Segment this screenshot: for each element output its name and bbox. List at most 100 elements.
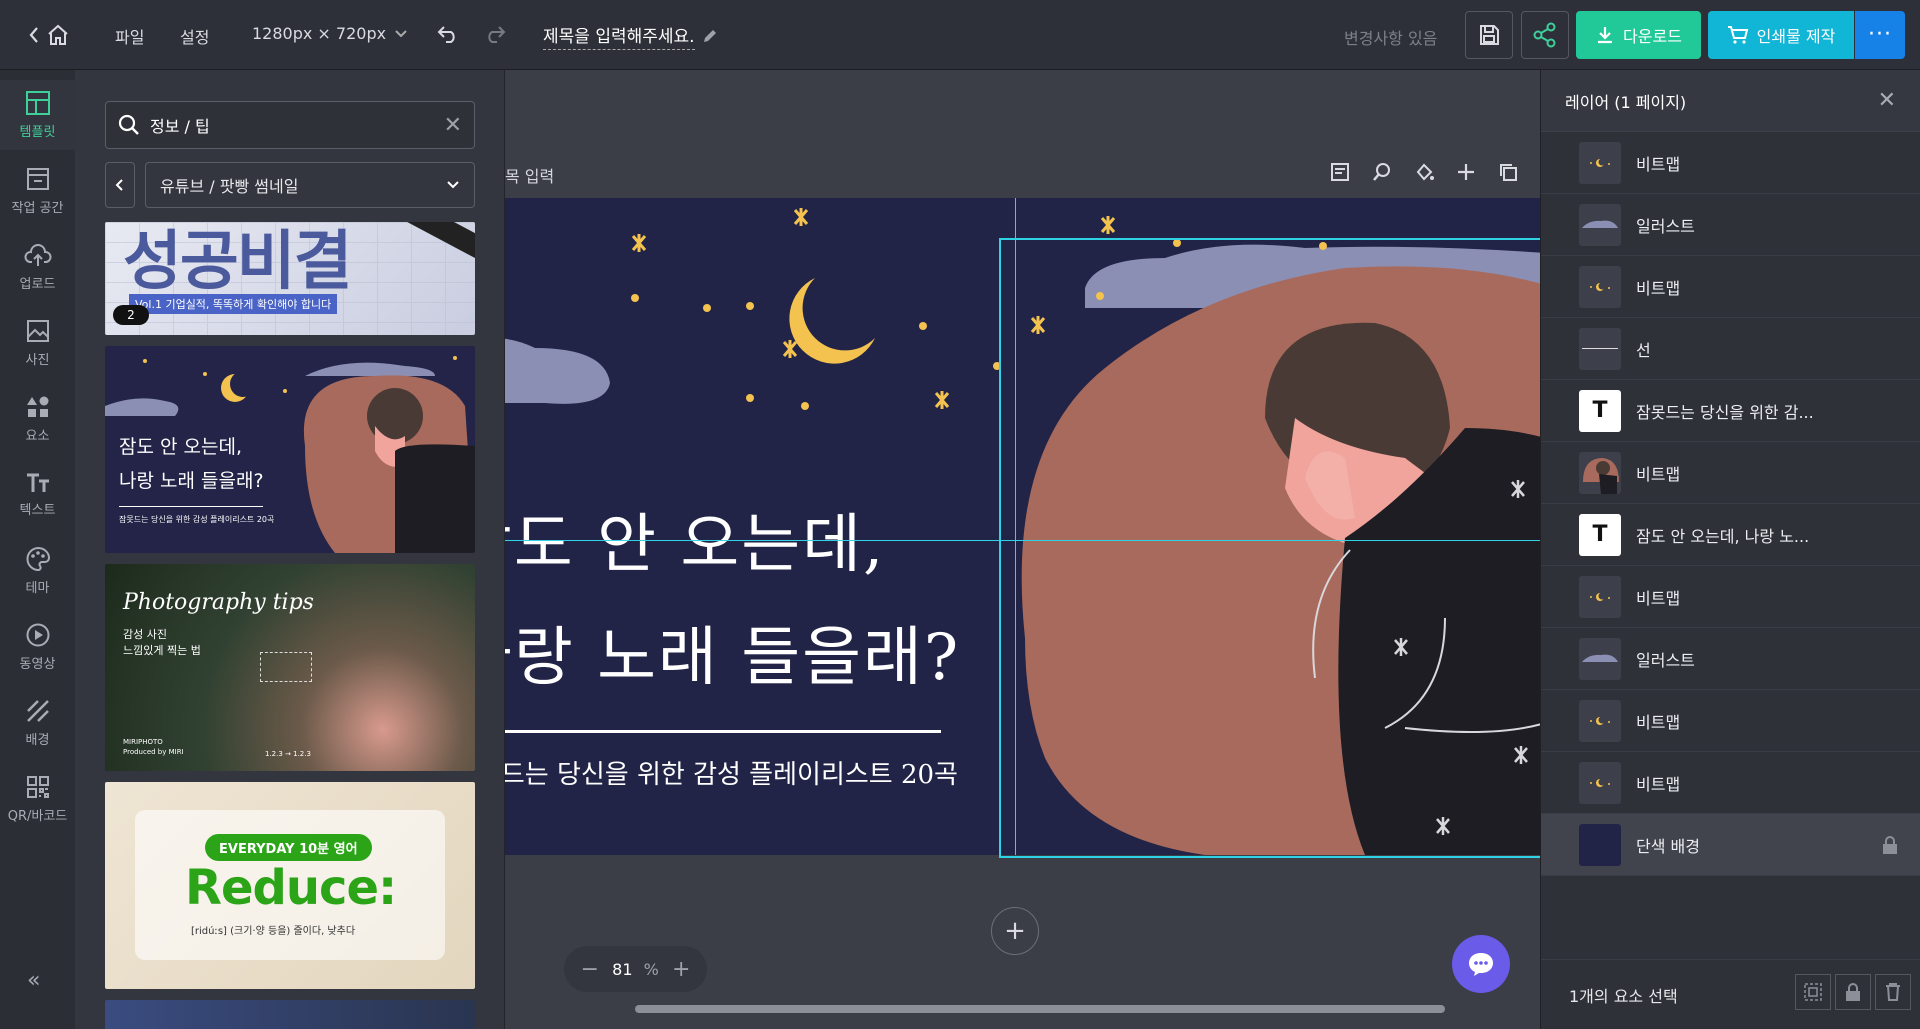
chevron-left-icon xyxy=(115,179,123,191)
chevron-left-icon xyxy=(29,27,38,43)
sidebar-item-label: 테마 xyxy=(25,581,50,596)
template-thumbnail-photography[interactable]: Photography tips 감성 사진 느낌있게 찍는 법 MIRIPHO… xyxy=(105,564,475,771)
sidebar-item-workspace[interactable]: 작업 공간 xyxy=(0,156,75,226)
layer-row[interactable]: 단색 배경 xyxy=(1541,814,1920,876)
share-button[interactable] xyxy=(1521,11,1569,59)
thumb3-title: Photography tips xyxy=(123,590,314,615)
zoom-out-button[interactable]: − xyxy=(581,957,599,982)
layer-row[interactable]: 비트맵 xyxy=(1541,132,1920,194)
layer-label: 비트맵 xyxy=(1636,154,1681,174)
sidebar-item-label: QR/바코드 xyxy=(7,809,68,824)
zoom-in-button[interactable]: + xyxy=(672,957,690,982)
layer-row[interactable]: 비트맵 xyxy=(1541,256,1920,318)
sidebar-item-label: 템플릿 xyxy=(19,125,56,140)
lock-button[interactable] xyxy=(1835,974,1871,1010)
workspace-icon xyxy=(26,168,49,190)
category-back-button[interactable] xyxy=(105,162,135,208)
elements-icon xyxy=(26,396,48,417)
thumb1-page-badge: 2 xyxy=(113,305,149,325)
download-button[interactable]: 다운로드 xyxy=(1576,11,1701,59)
group-button[interactable] xyxy=(1795,974,1831,1010)
collapse-panel-button[interactable]: « xyxy=(27,968,40,993)
notes-icon[interactable] xyxy=(1330,162,1350,182)
layer-label: 비트맵 xyxy=(1636,278,1681,298)
thumb3-steps: 1.2.3 → 1.2.3 xyxy=(265,750,311,758)
clear-search-icon[interactable]: ✕ xyxy=(444,113,462,138)
redo-button[interactable] xyxy=(484,24,506,44)
sidebar-item-background[interactable]: 배경 xyxy=(0,688,75,758)
lock-icon[interactable] xyxy=(1882,835,1898,859)
left-sidebar: 템플릿 작업 공간 업로드 사진 요소 텍스트 테마 동영상 배경 QR/바코드… xyxy=(0,70,75,1029)
chat-support-button[interactable] xyxy=(1452,935,1510,993)
page-title-input[interactable]: 목 입력 xyxy=(505,163,554,187)
bitmap-moon-icon xyxy=(1579,575,1621,618)
document-title[interactable]: 제목을 입력해주세요. xyxy=(543,22,719,50)
layer-row[interactable]: 일러스트 xyxy=(1541,194,1920,256)
sidebar-item-theme[interactable]: 테마 xyxy=(0,536,75,606)
sidebar-item-text[interactable]: 텍스트 xyxy=(0,460,75,530)
print-order-button[interactable]: 인쇄물 제작 xyxy=(1708,11,1854,59)
sidebar-item-video[interactable]: 동영상 xyxy=(0,612,75,682)
share-icon xyxy=(1533,22,1556,48)
sidebar-item-qr[interactable]: QR/바코드 xyxy=(0,764,75,834)
canvas-size-label: 1280px × 720px xyxy=(252,24,387,43)
sidebar-item-upload[interactable]: 업로드 xyxy=(0,232,75,302)
page-toolbar xyxy=(1330,162,1540,182)
zoom-control: − 81 % + xyxy=(564,946,707,992)
more-options-button[interactable]: ··· xyxy=(1855,11,1905,59)
layer-label: 비트맵 xyxy=(1636,588,1681,608)
thumb3-focus-frame xyxy=(260,652,312,682)
category-select[interactable]: 유튜브 / 팟빵 썸네일 xyxy=(145,162,475,208)
menu-file[interactable]: 파일 xyxy=(115,24,144,48)
line-layer-icon xyxy=(1579,327,1621,370)
close-layers-icon[interactable]: ✕ xyxy=(1878,88,1896,113)
thumb2-line1: 잠도 안 오는데, xyxy=(119,436,242,458)
template-thumbnail-sleep[interactable]: 잠도 안 오는데, 나랑 노래 들을래? 잠못드는 당신을 위한 감성 플레이리… xyxy=(105,346,475,553)
template-icon xyxy=(25,91,50,115)
sidebar-item-elements[interactable]: 요소 xyxy=(0,384,75,454)
layer-row[interactable]: 비트맵 xyxy=(1541,442,1920,504)
cloud-illustration-icon xyxy=(1579,203,1621,246)
layer-row[interactable]: 비트맵 xyxy=(1541,752,1920,814)
canvas-headline-line1[interactable]: 잠도 안 오는데, xyxy=(505,493,885,585)
thumb2-sub: 잠못드는 당신을 위한 감성 플레이리스트 20곡 xyxy=(119,515,275,524)
download-label: 다운로드 xyxy=(1623,27,1682,46)
sidebar-item-label: 사진 xyxy=(25,353,50,368)
canvas-area: 목 입력 도 안 오는데, 랑 노래 들을래? 드는 당신을 위한 감성 플레이… xyxy=(505,70,1540,1029)
add-page-button[interactable]: + xyxy=(991,907,1039,955)
save-icon xyxy=(1480,25,1499,45)
canvas-size-dropdown[interactable]: 1280px × 720px xyxy=(252,24,408,43)
selection-box[interactable] xyxy=(999,238,1540,858)
menu-settings[interactable]: 설정 xyxy=(180,24,209,48)
bitmap-moon-icon xyxy=(1579,699,1621,742)
layer-row[interactable]: 일러스트 xyxy=(1541,628,1920,690)
undo-button[interactable] xyxy=(437,24,459,44)
changes-status: 변경사항 있음 xyxy=(1344,29,1438,48)
thumb4-meaning: [ridúːs] (크기·양 등을) 줄이다, 낮추다 xyxy=(191,926,356,937)
delete-button[interactable] xyxy=(1875,974,1911,1010)
add-page-icon[interactable] xyxy=(1456,162,1476,182)
canvas-headline-line2[interactable]: 나랑 노래 들을래? xyxy=(505,606,960,698)
layer-row[interactable]: T 잠못드는 당신을 위한 감... xyxy=(1541,380,1920,442)
duplicate-page-icon[interactable] xyxy=(1498,162,1518,182)
print-order-label: 인쇄물 제작 xyxy=(1756,27,1836,46)
template-thumbnail-partial[interactable] xyxy=(105,1000,475,1029)
layer-row[interactable]: 선 xyxy=(1541,318,1920,380)
canvas-subtitle[interactable]: 잠못드는 당신을 위한 감성 플레이리스트 20곡 xyxy=(505,754,958,791)
sidebar-item-templates[interactable]: 템플릿 xyxy=(0,80,75,150)
sidebar-item-label: 업로드 xyxy=(19,277,56,292)
canvas-divider-line[interactable] xyxy=(505,730,941,733)
sidebar-item-photo[interactable]: 사진 xyxy=(0,308,75,378)
template-search-input[interactable]: 정보 / 팁 ✕ xyxy=(105,101,475,149)
save-button[interactable] xyxy=(1465,11,1513,59)
chevron-down-icon xyxy=(447,181,459,189)
horizontal-scrollbar[interactable] xyxy=(635,1005,1445,1013)
template-thumbnail-success[interactable]: 성공비결 Vol.1 기업실적, 똑똑하게 확인해야 합니다 2 xyxy=(105,222,475,335)
paint-bucket-icon[interactable] xyxy=(1414,162,1434,182)
layer-row[interactable]: 비트맵 xyxy=(1541,690,1920,752)
magic-search-icon[interactable] xyxy=(1372,162,1392,182)
layer-row[interactable]: 비트맵 xyxy=(1541,566,1920,628)
back-home-button[interactable] xyxy=(24,22,74,48)
template-thumbnail-english[interactable]: EVERYDAY 10분 영어 Reduce: [ridúːs] (크기·양 등… xyxy=(105,782,475,989)
layer-row[interactable]: T 잠도 안 오는데, 나랑 노... xyxy=(1541,504,1920,566)
